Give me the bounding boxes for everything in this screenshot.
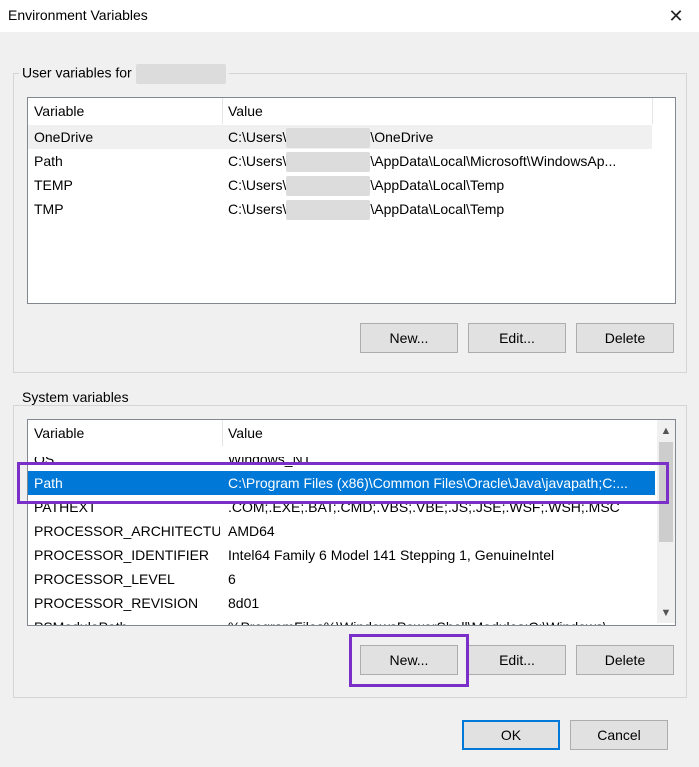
list-item[interactable]: OneDrive C:\Users\ \OneDrive: [28, 125, 652, 149]
user-delete-button[interactable]: Delete: [576, 323, 674, 353]
user-edit-button[interactable]: Edit...: [468, 323, 566, 353]
column-header-value[interactable]: Value: [222, 98, 652, 124]
list-item[interactable]: TEMP C:\Users\ \AppData\Local\Temp: [28, 173, 652, 197]
list-item[interactable]: PSModulePath %ProgramFiles%\WindowsPower…: [28, 615, 655, 625]
system-delete-button[interactable]: Delete: [576, 645, 674, 675]
title-bar: Environment Variables ✕: [0, 0, 699, 32]
system-list-header: Variable Value: [28, 420, 655, 446]
system-new-button[interactable]: New...: [360, 645, 458, 675]
redacted-username: [286, 152, 371, 173]
redacted-username: [286, 176, 371, 197]
list-item[interactable]: PROCESSOR_IDENTIFIER Intel64 Family 6 Mo…: [28, 543, 655, 567]
window-title: Environment Variables: [8, 7, 148, 23]
list-item[interactable]: PATHEXT .COM;.EXE;.BAT;.CMD;.VBS;.VBE;.J…: [28, 495, 655, 519]
list-item[interactable]: TMP C:\Users\ \AppData\Local\Temp: [28, 197, 652, 221]
redacted-username: [286, 128, 371, 149]
cancel-button[interactable]: Cancel: [570, 720, 668, 750]
close-icon[interactable]: ✕: [653, 0, 699, 32]
user-variables-list[interactable]: Variable Value OneDrive C:\Users\ \OneDri…: [27, 97, 676, 304]
redacted-username: [135, 64, 226, 84]
user-new-button[interactable]: New...: [360, 323, 458, 353]
user-variables-label: User variables for: [19, 64, 229, 84]
user-variables-label-text: User variables for: [22, 64, 132, 81]
system-variables-label: System variables: [19, 389, 132, 405]
ok-button[interactable]: OK: [462, 720, 560, 750]
list-item[interactable]: OS Windows_NT: [28, 457, 655, 471]
column-header-value[interactable]: Value: [222, 420, 652, 446]
column-header-variable[interactable]: Variable: [28, 98, 222, 124]
column-header-variable[interactable]: Variable: [28, 420, 222, 446]
system-variables-list[interactable]: Variable Value OS Windows_NT Path C:\Pro…: [27, 419, 676, 626]
redacted-username: [286, 200, 371, 221]
list-item[interactable]: PROCESSOR_REVISION 8d01: [28, 591, 655, 615]
list-item-selected[interactable]: Path C:\Program Files (x86)\Common Files…: [28, 471, 655, 495]
scroll-up-icon[interactable]: ▲: [657, 422, 675, 440]
list-item[interactable]: PROCESSOR_ARCHITECTU... AMD64: [28, 519, 655, 543]
scroll-down-icon[interactable]: ▼: [657, 604, 675, 622]
vertical-scrollbar[interactable]: ▲ ▼: [657, 420, 675, 623]
scrollbar-thumb[interactable]: [659, 442, 673, 542]
system-edit-button[interactable]: Edit...: [468, 645, 566, 675]
list-item[interactable]: Path C:\Users\ \AppData\Local\Microsoft\W…: [28, 149, 652, 173]
user-list-header: Variable Value: [28, 98, 653, 124]
list-item[interactable]: PROCESSOR_LEVEL 6: [28, 567, 655, 591]
